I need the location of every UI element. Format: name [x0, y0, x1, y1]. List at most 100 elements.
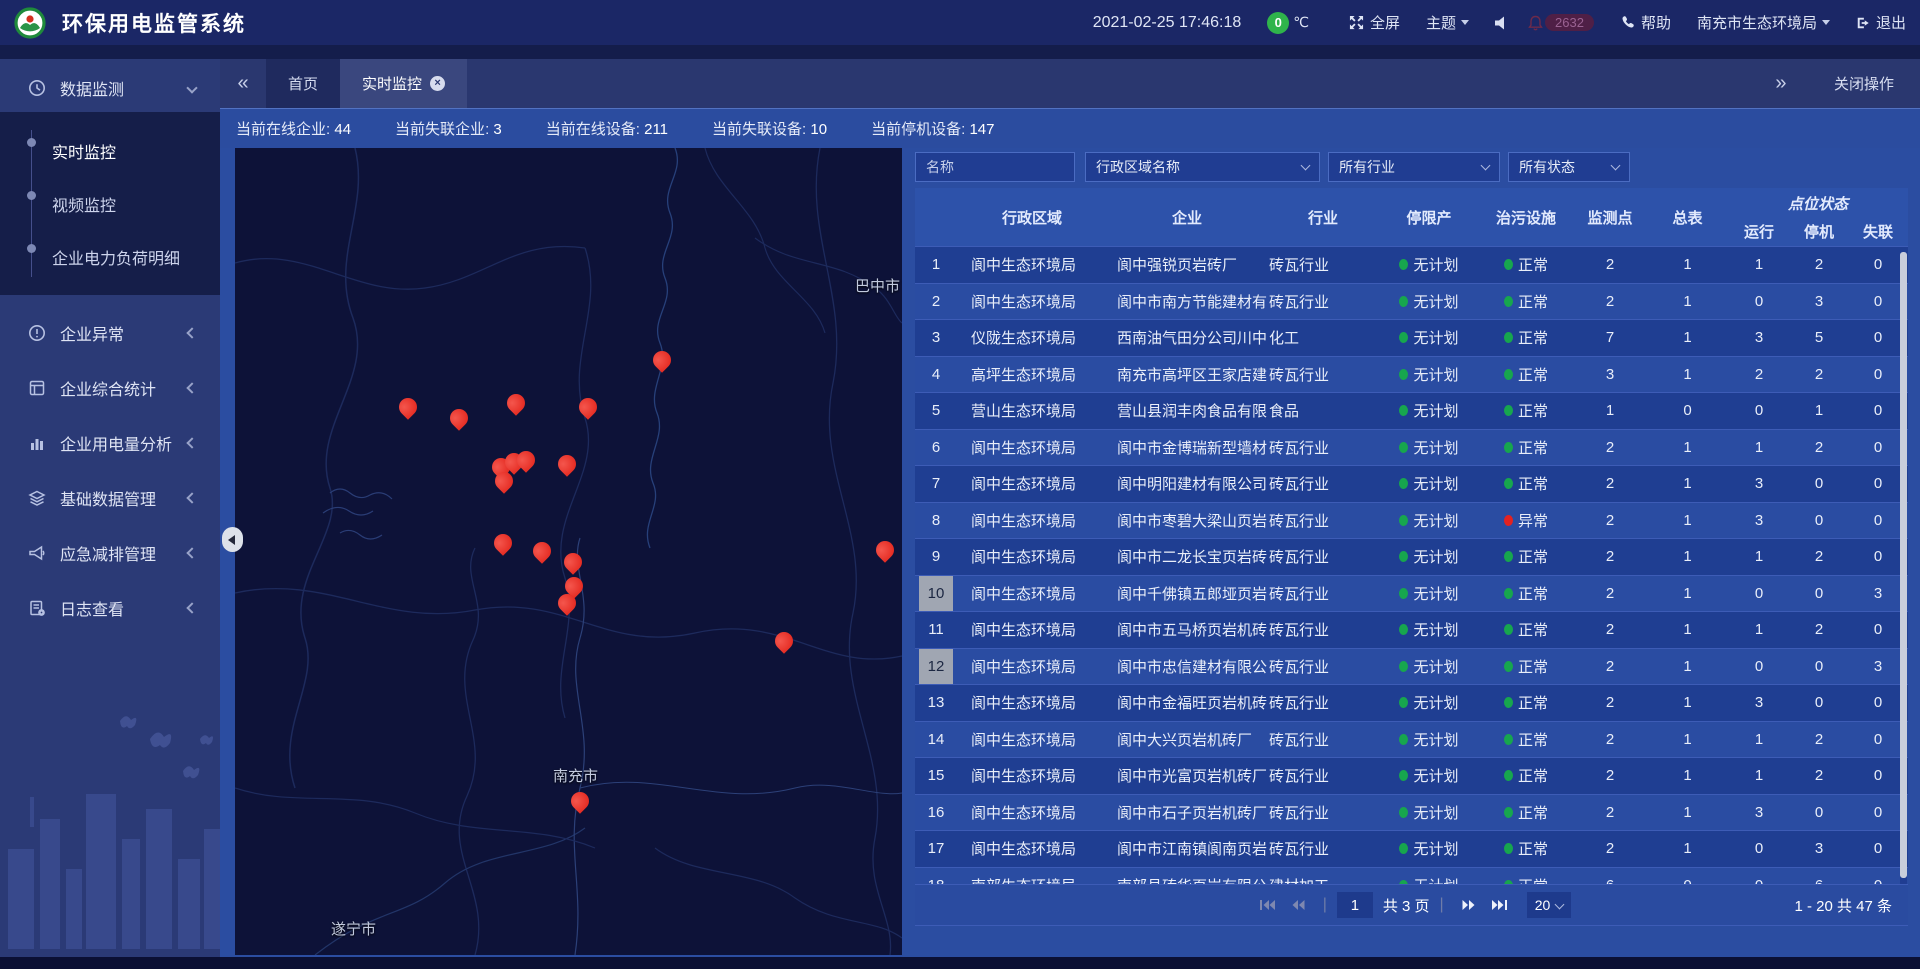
help-button[interactable]: 帮助 — [1620, 12, 1671, 33]
status-select[interactable]: 所有状态 — [1508, 152, 1630, 182]
cell-lost-count: 0 — [1848, 247, 1908, 283]
tab-realtime-monitoring[interactable]: 实时监控 × — [340, 59, 467, 108]
close-icon[interactable]: × — [430, 76, 445, 91]
logout-button[interactable]: 退出 — [1856, 12, 1906, 33]
cell-halted-count: 2 — [1790, 539, 1848, 575]
table-row[interactable]: 10 阆中生态环境局 阆中千佛镇五郎垭页岩 砖瓦行业 无计划 正常 2 1 0 … — [915, 575, 1908, 612]
last-page-button[interactable] — [1492, 899, 1507, 911]
mute-button[interactable] — [1495, 16, 1514, 30]
table-row[interactable]: 9 阆中生态环境局 阆中市二龙长宝页岩砖 砖瓦行业 无计划 正常 2 1 1 2… — [915, 538, 1908, 575]
notifications[interactable]: 2632 — [1528, 14, 1594, 31]
sidebar-item-realtime-monitoring[interactable]: 实时监控 — [0, 124, 220, 177]
sidebar-item-label: 企业电力负荷明细 — [52, 245, 180, 269]
table-row[interactable]: 3 仪陇生态环境局 西南油气田分公司川中 化工 无计划 正常 7 1 3 5 0 — [915, 319, 1908, 356]
table-row[interactable]: 8 阆中生态环境局 阆中市枣碧大梁山页岩 砖瓦行业 无计划 异常 2 1 3 0… — [915, 502, 1908, 539]
region-select[interactable]: 行政区域名称 — [1085, 152, 1320, 182]
theme-button[interactable]: 主题 — [1426, 12, 1469, 33]
table-row[interactable]: 6 阆中生态环境局 阆中市金博瑞新型墙材 砖瓦行业 无计划 正常 2 1 1 2… — [915, 429, 1908, 466]
cell-stop-status: 无计划 — [1379, 685, 1479, 721]
cell-halted-count: 2 — [1790, 722, 1848, 758]
map-marker-pin[interactable] — [503, 390, 528, 415]
sidebar-item-emergency-reduction[interactable]: 应急减排管理 — [0, 525, 220, 580]
table-row[interactable]: 16 阆中生态环境局 阆中市石子页岩机砖厂 砖瓦行业 无计划 正常 2 1 3 … — [915, 794, 1908, 831]
cell-monitor-count: 2 — [1573, 612, 1647, 648]
stat-item: 当前在线企业: 44 — [236, 118, 351, 139]
cell-region: 阆中生态环境局 — [957, 284, 1107, 320]
cell-lost-count: 0 — [1848, 539, 1908, 575]
cell-industry: 化工 — [1267, 320, 1379, 356]
scrollbar-thumb[interactable] — [1900, 252, 1907, 878]
sidebar-item-log-view[interactable]: 日志查看 — [0, 580, 220, 635]
sidebar-item-power-analysis[interactable]: 企业用电量分析 — [0, 415, 220, 470]
map-panel[interactable]: 巴中市 南充市 遂宁市 — [235, 148, 902, 955]
sidebar-submenu: 实时监控 视频监控 企业电力负荷明细 — [0, 112, 220, 295]
cell-halted-count: 2 — [1790, 430, 1848, 466]
map-marker-pin[interactable] — [575, 394, 600, 419]
map-marker-pin[interactable] — [567, 788, 592, 813]
sidebar-item-video-monitoring[interactable]: 视频监控 — [0, 177, 220, 230]
status-dot-icon — [1399, 332, 1408, 343]
map-marker-pin[interactable] — [529, 538, 554, 563]
row-number: 10 — [919, 576, 953, 612]
status-dot-icon — [1399, 588, 1408, 599]
sidebar-item-enterprise-statistics[interactable]: 企业综合统计 — [0, 360, 220, 415]
cell-monitor-count: 2 — [1573, 576, 1647, 612]
map-marker-pin[interactable] — [395, 394, 420, 419]
sidebar-item-data-monitoring[interactable]: 数据监测 — [0, 64, 220, 112]
table-row[interactable]: 11 阆中生态环境局 阆中市五马桥页岩机砖 砖瓦行业 无计划 正常 2 1 1 … — [915, 611, 1908, 648]
map-marker-pin[interactable] — [446, 405, 471, 430]
cell-stop-status: 无计划 — [1379, 247, 1479, 283]
sidebar-item-base-data[interactable]: 基础数据管理 — [0, 470, 220, 525]
cell-total-meter: 1 — [1647, 320, 1728, 356]
table-row[interactable]: 2 阆中生态环境局 阆中市南方节能建材有 砖瓦行业 无计划 正常 2 1 0 3… — [915, 283, 1908, 320]
table-row[interactable]: 12 阆中生态环境局 阆中市忠信建材有限公 砖瓦行业 无计划 正常 2 1 0 … — [915, 648, 1908, 685]
org-selector[interactable]: 南充市生态环境局 — [1697, 12, 1830, 33]
map-marker-pin[interactable] — [490, 530, 515, 555]
cell-region: 阆中生态环境局 — [957, 758, 1107, 794]
datetime-display: 2021-02-25 17:46:18 — [1093, 14, 1242, 32]
cell-facility-status: 正常 — [1479, 612, 1573, 648]
tabs-scroll-right-icon[interactable]: » — [1758, 72, 1804, 95]
map-city-label: 南充市 — [553, 765, 598, 786]
map-marker-pin[interactable] — [872, 537, 897, 562]
cell-halted-count: 2 — [1790, 612, 1848, 648]
table-scrollbar[interactable] — [1900, 252, 1907, 886]
chevron-left-icon — [186, 602, 197, 613]
table-row[interactable]: 7 阆中生态环境局 阆中明阳建材有限公司 砖瓦行业 无计划 正常 2 1 3 0… — [915, 465, 1908, 502]
page-size-select[interactable]: 20 — [1527, 892, 1572, 918]
table-row[interactable]: 15 阆中生态环境局 阆中市光富页岩机砖厂 砖瓦行业 无计划 正常 2 1 1 … — [915, 757, 1908, 794]
close-operations-button[interactable]: 关闭操作 — [1834, 73, 1894, 94]
row-number: 16 — [919, 795, 953, 831]
name-search-input[interactable] — [915, 152, 1075, 182]
tab-home[interactable]: 首页 — [266, 59, 340, 108]
cell-company: 营山县润丰肉食品有限 — [1107, 393, 1267, 429]
cell-stop-status: 无计划 — [1379, 284, 1479, 320]
map-marker-pin[interactable] — [554, 451, 579, 476]
table-row[interactable]: 5 营山生态环境局 营山县润丰肉食品有限 食品 无计划 正常 1 0 0 1 0 — [915, 392, 1908, 429]
table-row[interactable]: 14 阆中生态环境局 阆中大兴页岩机砖厂 砖瓦行业 无计划 正常 2 1 1 2… — [915, 721, 1908, 758]
map-marker-pin[interactable] — [560, 549, 585, 574]
prev-page-button[interactable] — [1291, 899, 1305, 911]
pagination-bar: | 1 共 3 页 | 20 1 - 20 共 47 条 — [915, 884, 1908, 926]
sidebar-collapse-button[interactable] — [222, 527, 243, 552]
fullscreen-button[interactable]: 全屏 — [1349, 12, 1400, 33]
sidebar-item-enterprise-abnormal[interactable]: 企业异常 — [0, 305, 220, 360]
map-marker-pin[interactable] — [649, 347, 674, 372]
tabs-scroll-left-icon[interactable]: « — [220, 59, 266, 108]
page-number-input[interactable]: 1 — [1337, 892, 1373, 918]
cell-monitor-count: 2 — [1573, 831, 1647, 867]
sidebar-item-power-load-detail[interactable]: 企业电力负荷明细 — [0, 230, 220, 283]
table-row[interactable]: 4 高坪生态环境局 南充市高坪区王家店建 砖瓦行业 无计划 正常 3 1 2 2… — [915, 356, 1908, 393]
map-marker-pin[interactable] — [771, 628, 796, 653]
first-page-button[interactable] — [1260, 899, 1275, 911]
industry-select[interactable]: 所有行业 — [1328, 152, 1500, 182]
row-number: 3 — [919, 320, 953, 356]
cell-facility-status: 正常 — [1479, 576, 1573, 612]
table-row[interactable]: 17 阆中生态环境局 阆中市江南镇阆南页岩 砖瓦行业 无计划 正常 2 1 0 … — [915, 830, 1908, 867]
cell-facility-status: 正常 — [1479, 795, 1573, 831]
status-dot-icon — [1504, 405, 1513, 416]
table-row[interactable]: 1 阆中生态环境局 阆中强锐页岩砖厂 砖瓦行业 无计划 正常 2 1 1 2 0 — [915, 246, 1908, 283]
next-page-button[interactable] — [1462, 899, 1476, 911]
cell-total-meter: 1 — [1647, 685, 1728, 721]
table-row[interactable]: 13 阆中生态环境局 阆中市金福旺页岩机砖 砖瓦行业 无计划 正常 2 1 3 … — [915, 684, 1908, 721]
